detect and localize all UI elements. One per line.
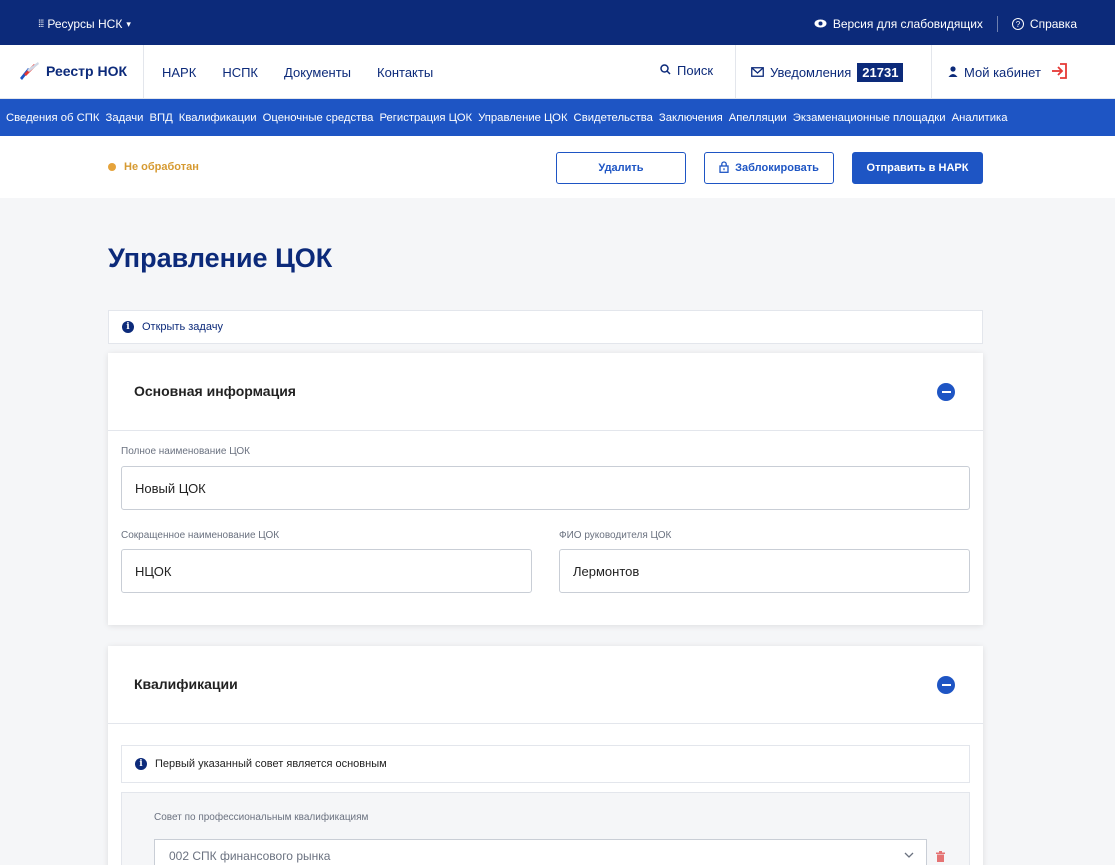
main-council-notice-text: Первый указанный совет является основным [155, 758, 387, 770]
status-dot-icon [108, 163, 116, 171]
grid-icon: ⁞⁞⁞ [38, 18, 44, 30]
nav-item-nark[interactable]: НАРК [162, 65, 196, 80]
cabinet-label: Мой кабинет [964, 65, 1041, 80]
basic-info-card: Основная информация Полное наименование … [108, 353, 983, 625]
help-icon: ? [1011, 18, 1024, 30]
resources-menu[interactable]: ⁞⁞⁞ Ресурсы НСК ▾ [38, 17, 131, 31]
nav-item-nspk[interactable]: НСПК [222, 65, 258, 80]
search-label: Поиск [677, 63, 714, 78]
trash-icon[interactable] [936, 849, 945, 865]
qualifications-card: Квалификации i Первый указанный совет яв… [108, 646, 983, 865]
collapse-button[interactable] [937, 383, 955, 401]
menu-item-appeals[interactable]: Апелляции [729, 112, 787, 124]
menu-item-vpd[interactable]: ВПД [149, 112, 172, 124]
menu-item-qualifications[interactable]: Квалификации [179, 112, 257, 124]
notifications-count-badge: 21731 [857, 63, 904, 82]
qualifications-title: Квалификации [134, 676, 238, 692]
top-bar: ⁞⁞⁞ Ресурсы НСК ▾ Версия для слабовидящи… [0, 0, 1115, 45]
logo-flag-icon [18, 62, 40, 80]
council-section: Совет по профессиональным квалификациям … [121, 792, 970, 865]
help-link[interactable]: Справка [1030, 17, 1077, 31]
status-label: Не обработан [124, 161, 199, 173]
resources-label: Ресурсы НСК [47, 17, 123, 31]
main-header: Реестр НОК НАРК НСПК Документы Контакты … [0, 45, 1115, 99]
menu-item-tsok-registration[interactable]: Регистрация ЦОК [379, 112, 472, 124]
nav-item-contacts[interactable]: Контакты [377, 65, 433, 80]
logout-icon[interactable] [1051, 63, 1067, 82]
envelope-icon [751, 65, 764, 80]
search-icon [660, 63, 671, 78]
head-name-input[interactable]: Лермонтов [559, 549, 970, 593]
short-name-label: Сокращенное наименование ЦОК [121, 530, 280, 541]
section-menu: Сведения об СПК Задачи ВПД Квалификации … [0, 99, 1115, 136]
accessibility-link[interactable]: Версия для слабовидящих [833, 17, 983, 31]
block-button[interactable]: Заблокировать [704, 152, 834, 184]
open-task-notice: i Открыть задачу [108, 310, 983, 344]
qualifications-header: Квалификации [108, 646, 983, 724]
menu-item-tasks[interactable]: Задачи [106, 112, 144, 124]
send-button-label: Отправить в НАРК [866, 162, 969, 174]
menu-item-tsok-management[interactable]: Управление ЦОК [478, 112, 567, 124]
user-icon [948, 65, 958, 80]
info-icon: i [135, 758, 147, 770]
open-task-link[interactable]: Открыть задачу [142, 321, 223, 333]
chevron-down-icon [904, 849, 914, 863]
main-nav: НАРК НСПК Документы Контакты [162, 65, 433, 80]
main-council-notice: i Первый указанный совет является основн… [121, 745, 970, 783]
info-icon: i [122, 321, 134, 333]
council-select[interactable]: 002 СПК финансового рынка [154, 839, 927, 865]
lock-icon [719, 160, 729, 176]
basic-info-header: Основная информация [108, 353, 983, 431]
nav-item-documents[interactable]: Документы [284, 65, 351, 80]
status-bar: Не обработан Удалить Заблокировать Отпра… [0, 136, 1115, 198]
divider [996, 16, 998, 32]
full-name-label: Полное наименование ЦОК [121, 446, 250, 457]
menu-item-assessment-tools[interactable]: Оценочные средства [263, 112, 374, 124]
divider [143, 45, 144, 99]
send-to-nark-button[interactable]: Отправить в НАРК [852, 152, 983, 184]
menu-item-certificates[interactable]: Свидетельства [574, 112, 653, 124]
chevron-down-icon: ▾ [126, 18, 131, 29]
delete-button-label: Удалить [598, 162, 644, 174]
menu-item-spk-info[interactable]: Сведения об СПК [6, 112, 100, 124]
menu-item-analytics[interactable]: Аналитика [952, 112, 1008, 124]
page-title: Управление ЦОК [108, 243, 333, 273]
basic-info-title: Основная информация [134, 383, 296, 399]
delete-button[interactable]: Удалить [556, 152, 686, 184]
full-name-input[interactable]: Новый ЦОК [121, 466, 970, 510]
council-select-value: 002 СПК финансового рынка [169, 849, 331, 863]
eye-icon [814, 17, 827, 31]
minus-icon [941, 391, 951, 393]
logo-text: Реестр НОК [46, 63, 128, 79]
cabinet-button[interactable]: Мой кабинет [948, 63, 1067, 82]
divider [735, 45, 736, 99]
head-name-label: ФИО руководителя ЦОК [559, 530, 672, 541]
menu-item-exam-sites[interactable]: Экзаменационные площадки [793, 112, 946, 124]
short-name-input[interactable]: НЦОК [121, 549, 532, 593]
block-button-label: Заблокировать [735, 162, 819, 174]
collapse-button[interactable] [937, 676, 955, 694]
menu-item-conclusions[interactable]: Заключения [659, 112, 723, 124]
status-badge: Не обработан [108, 161, 199, 173]
search-button[interactable]: Поиск [660, 63, 713, 78]
divider [931, 45, 932, 99]
council-label: Совет по профессиональным квалификациям [154, 812, 369, 823]
minus-icon [941, 684, 951, 686]
logo[interactable]: Реестр НОК [18, 62, 127, 80]
notifications-button[interactable]: Уведомления 21731 [751, 63, 904, 82]
notifications-label: Уведомления [770, 65, 852, 80]
